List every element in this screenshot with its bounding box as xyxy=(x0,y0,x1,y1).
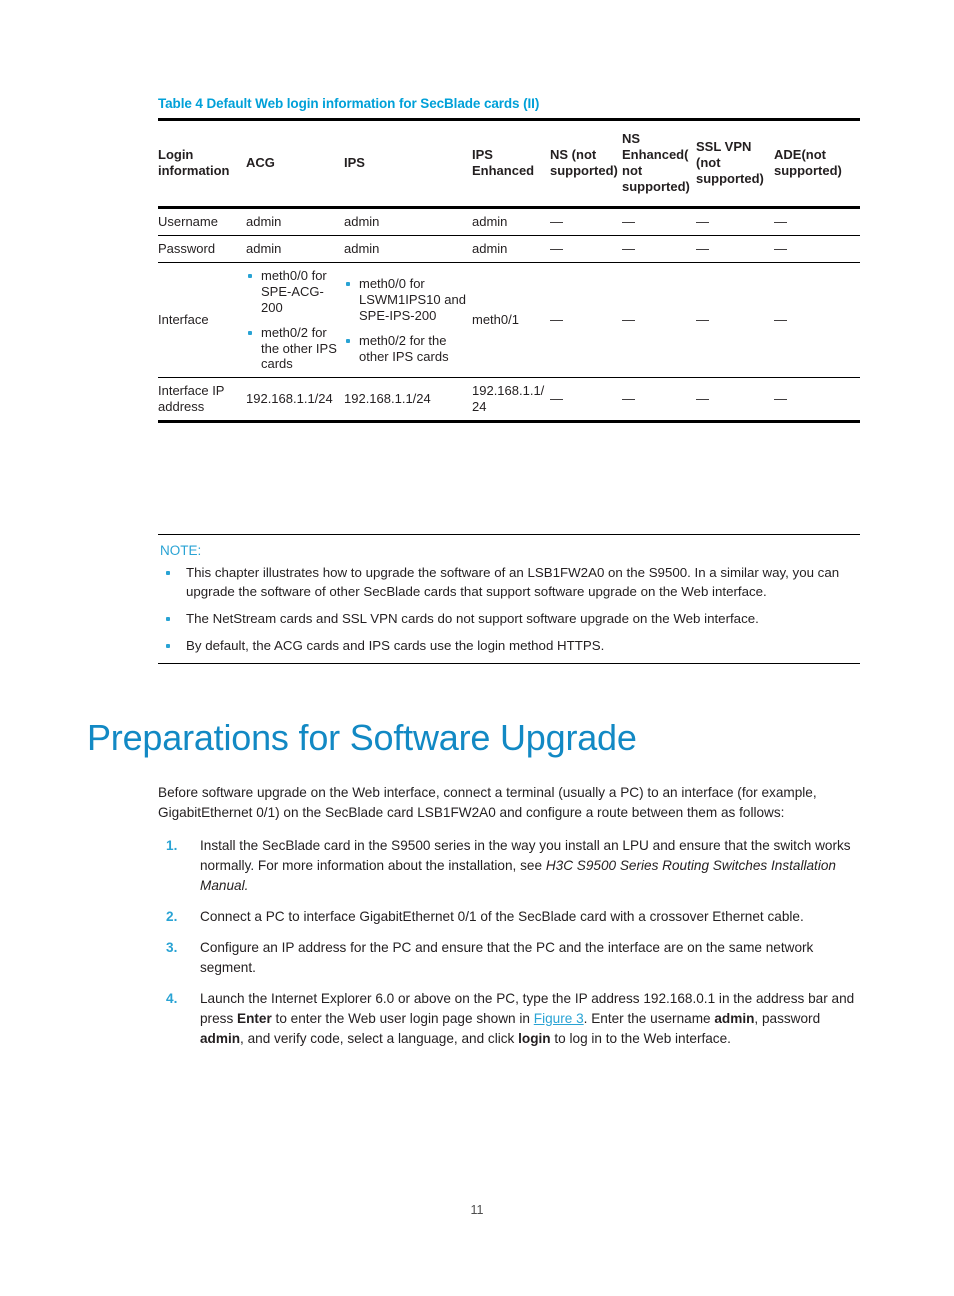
list-item: meth0/2 for the other IPS cards xyxy=(344,333,468,365)
cell-interface-ssl-vpn: — xyxy=(696,312,709,328)
list-item: Install the SecBlade card in the S9500 s… xyxy=(158,836,866,896)
steps-list: Install the SecBlade card in the S9500 s… xyxy=(158,836,866,1049)
table-row: Username admin admin admin — — — — xyxy=(158,208,860,236)
cell-ip-ssl-vpn: — xyxy=(696,391,709,407)
step3-text: Configure an IP address for the PC and e… xyxy=(200,939,814,975)
cell-username-ns-enhanced: — xyxy=(622,214,635,230)
row-label-password: Password xyxy=(158,241,216,257)
page-title: Preparations for Software Upgrade xyxy=(87,717,637,758)
list-item: Connect a PC to interface GigabitEtherne… xyxy=(158,907,866,927)
cell-password-ips: admin xyxy=(344,241,380,257)
cell-ip-ade: — xyxy=(774,391,787,407)
page-number: 11 xyxy=(470,1203,484,1217)
cell-ip-ips-enhanced: 192.168.1.1/24 xyxy=(472,383,545,415)
step4-key-enter: Enter xyxy=(237,1010,272,1026)
list-item: meth0/0 for LSWM1IPS10 and SPE-IPS-200 xyxy=(344,276,468,324)
column-header-login-information: Login information xyxy=(158,146,230,178)
cell-password-ips-enhanced: admin xyxy=(472,241,508,257)
table-block: Table 4 Default Web login information fo… xyxy=(158,96,860,423)
cell-interface-acg: meth0/0 for SPE-ACG-200 meth0/2 for the … xyxy=(246,263,344,378)
cell-password-ns: — xyxy=(550,241,563,257)
step4-password-value: admin xyxy=(200,1030,241,1046)
list-item: This chapter illustrates how to upgrade … xyxy=(158,564,860,602)
row-label-interface: Interface xyxy=(158,312,209,328)
figure-3-link[interactable]: Figure 3 xyxy=(534,1011,584,1026)
cell-interface-ns: — xyxy=(550,312,563,328)
cell-ip-ns-enhanced: — xyxy=(622,391,635,407)
table-header-row: Login information ACG IPS IPS Enhanced N… xyxy=(158,119,860,208)
column-header-acg: ACG xyxy=(246,154,275,170)
row-label-interface-ip-address: Interface IP address xyxy=(158,383,225,415)
cell-interface-ips: meth0/0 for LSWM1IPS10 and SPE-IPS-200 m… xyxy=(344,263,472,378)
list-item: By default, the ACG cards and IPS cards … xyxy=(158,637,860,656)
cell-password-ade: — xyxy=(774,241,787,257)
cell-ip-ns: — xyxy=(550,391,563,407)
cell-username-ssl-vpn: — xyxy=(696,214,709,230)
note-list: This chapter illustrates how to upgrade … xyxy=(158,564,860,656)
note-title: NOTE: xyxy=(160,543,202,558)
table-row: Password admin admin admin — — — — xyxy=(158,236,860,263)
cell-username-ns: — xyxy=(550,214,563,230)
column-header-ns: NS (not supported) xyxy=(550,146,618,178)
list-item: Launch the Internet Explorer 6.0 or abov… xyxy=(158,989,866,1049)
cell-ip-acg: 192.168.1.1/24 xyxy=(246,391,333,407)
note-block: NOTE: This chapter illustrates how to up… xyxy=(158,534,860,664)
intro-paragraph: Before software upgrade on the Web inter… xyxy=(158,785,817,820)
table-row: Interface meth0/0 for SPE-ACG-200 meth0/… xyxy=(158,263,860,378)
cell-username-ade: — xyxy=(774,214,787,230)
column-header-ns-enhanced: NS Enhanced(not supported) xyxy=(622,131,690,194)
step4-text-part4: , password xyxy=(754,1010,821,1026)
list-item: meth0/0 for SPE-ACG-200 xyxy=(246,268,340,316)
step4-username-value: admin xyxy=(714,1010,755,1026)
cell-password-ns-enhanced: — xyxy=(622,241,635,257)
step4-text-part6: to log in to the Web interface. xyxy=(550,1030,731,1046)
column-header-ips: IPS xyxy=(344,154,365,170)
cell-interface-ips-enhanced: meth0/1 xyxy=(472,312,519,328)
cell-username-ips: admin xyxy=(344,214,380,230)
step4-text-part5: , and verify code, select a language, an… xyxy=(240,1030,519,1046)
document-page: Table 4 Default Web login information fo… xyxy=(0,0,954,1296)
cell-username-ips-enhanced: admin xyxy=(472,214,508,230)
cell-interface-ade: — xyxy=(774,312,787,328)
step4-text-part2: to enter the Web user login page shown i… xyxy=(271,1010,534,1026)
list-item: The NetStream cards and SSL VPN cards do… xyxy=(158,610,860,629)
step4-text-part3: . Enter the username xyxy=(583,1010,715,1026)
column-header-ssl-vpn: SSL VPN (not supported) xyxy=(696,138,764,186)
step4-login-button-name: login xyxy=(518,1030,551,1046)
bullet-list-acg-interfaces: meth0/0 for SPE-ACG-200 meth0/2 for the … xyxy=(246,268,340,372)
table-caption: Table 4 Default Web login information fo… xyxy=(158,96,540,111)
list-item: Configure an IP address for the PC and e… xyxy=(158,938,866,978)
body-block: Before software upgrade on the Web inter… xyxy=(158,783,866,1060)
column-header-ips-enhanced: IPS Enhanced xyxy=(472,146,535,178)
column-header-ade: ADE(not supported) xyxy=(774,146,842,178)
cell-interface-ns-enhanced: — xyxy=(622,312,635,328)
list-item: meth0/2 for the other IPS cards xyxy=(246,325,340,373)
cell-ip-ips: 192.168.1.1/24 xyxy=(344,391,431,407)
row-label-username: Username xyxy=(158,214,218,230)
cell-password-acg: admin xyxy=(246,241,282,257)
table-row: Interface IP address 192.168.1.1/24 192.… xyxy=(158,378,860,422)
cell-username-acg: admin xyxy=(246,214,282,230)
secblade-login-table: Login information ACG IPS IPS Enhanced N… xyxy=(158,118,860,423)
bullet-list-ips-interfaces: meth0/0 for LSWM1IPS10 and SPE-IPS-200 m… xyxy=(344,276,468,364)
cell-password-ssl-vpn: — xyxy=(696,241,709,257)
step2-text: Connect a PC to interface GigabitEtherne… xyxy=(200,908,804,924)
